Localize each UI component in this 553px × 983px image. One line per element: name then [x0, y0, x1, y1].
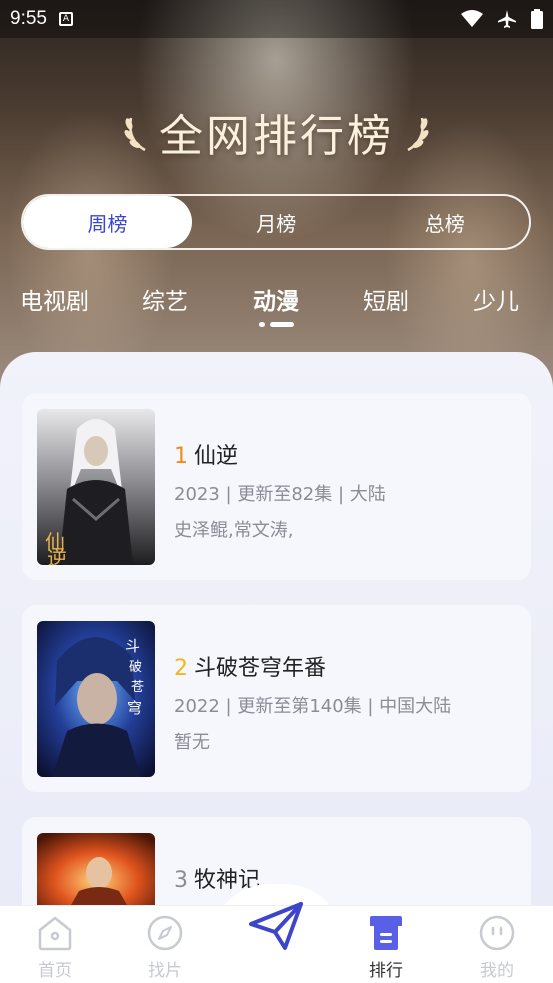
- rank-number: 1: [174, 444, 188, 469]
- poster-image: [37, 833, 155, 912]
- paper-plane-icon: [249, 902, 303, 950]
- status-bar: 9:55 A: [0, 0, 553, 38]
- notification-icon: A: [58, 12, 73, 26]
- item-title-line: 2 斗破苍穹年番: [174, 650, 326, 682]
- item-title-line: 1 仙逆: [174, 438, 238, 470]
- svg-text:苍: 苍: [131, 680, 144, 695]
- tab-label: 找片: [148, 961, 182, 981]
- svg-text:破: 破: [129, 660, 142, 675]
- ranking-list: 仙 逆 1 仙逆 2023 | 更新至82集 | 大陆 史泽鲲,常文涛, 斗 破…: [0, 352, 553, 912]
- tab-label: 我的: [480, 961, 514, 981]
- period-segmented-control: 周榜 月榜 总榜: [21, 194, 531, 250]
- laurel-left-icon: [124, 117, 146, 152]
- active-category-indicator-bar: [270, 322, 294, 327]
- tab-profile[interactable]: 我的: [457, 914, 537, 981]
- tab-label: 首页: [38, 961, 72, 981]
- category-short-drama[interactable]: 短剧: [363, 282, 409, 316]
- list-item[interactable]: 仙 逆 1 仙逆 2023 | 更新至82集 | 大陆 史泽鲲,常文涛,: [22, 393, 531, 580]
- tab-all-time[interactable]: 总榜: [361, 196, 530, 248]
- rank-number: 3: [174, 868, 188, 893]
- item-cast: 史泽鲲,常文涛,: [174, 520, 294, 541]
- wifi-icon: [461, 10, 483, 27]
- svg-text:逆: 逆: [47, 546, 67, 565]
- airplane-icon: [498, 10, 516, 28]
- svg-text:穹: 穹: [127, 699, 142, 717]
- tab-discover[interactable]: 找片: [125, 914, 205, 981]
- rank-number: 2: [174, 656, 188, 681]
- battery-icon: [531, 9, 543, 29]
- category-kids[interactable]: 少儿: [473, 282, 519, 316]
- tab-monthly[interactable]: 月榜: [192, 196, 361, 248]
- active-category-indicator: [259, 322, 265, 327]
- item-title: 斗破苍穹年番: [194, 656, 327, 681]
- item-meta: 2023 | 更新至82集 | 大陆: [174, 484, 386, 505]
- category-tabs: 电视剧 综艺 动漫 短剧 少儿: [0, 282, 553, 332]
- laurel-right-icon: [407, 117, 429, 152]
- poster-image: 斗 破 苍 穹: [37, 621, 155, 777]
- item-title: 仙逆: [194, 444, 239, 469]
- profile-icon: [479, 915, 515, 951]
- bottom-tab-bar: 首页 找片 排行 我的: [0, 902, 553, 983]
- home-icon: [38, 916, 72, 951]
- tab-label: 排行: [369, 961, 403, 981]
- page-title: 全网排行榜: [159, 111, 394, 162]
- list-item[interactable]: 斗 破 苍 穹 2 斗破苍穹年番 2022 | 更新至第140集 | 中国大陆 暂…: [22, 605, 531, 792]
- tab-weekly[interactable]: 周榜: [23, 196, 192, 248]
- compass-icon: [147, 915, 183, 951]
- tab-center-action[interactable]: [236, 900, 316, 952]
- item-meta: 2022 | 更新至第140集 | 中国大陆: [174, 696, 452, 717]
- category-variety[interactable]: 综艺: [142, 282, 188, 316]
- svg-text:斗: 斗: [125, 637, 140, 655]
- category-anime[interactable]: 动漫: [253, 282, 299, 316]
- category-tv-series[interactable]: 电视剧: [20, 282, 89, 316]
- ranking-icon: [370, 916, 402, 950]
- item-cast: 暂无: [174, 732, 210, 753]
- tab-ranking[interactable]: 排行: [346, 914, 426, 981]
- tab-home[interactable]: 首页: [15, 914, 95, 981]
- status-time: 9:55: [10, 8, 47, 29]
- poster-image: 仙 逆: [37, 409, 155, 565]
- header: 全网排行榜: [0, 100, 553, 164]
